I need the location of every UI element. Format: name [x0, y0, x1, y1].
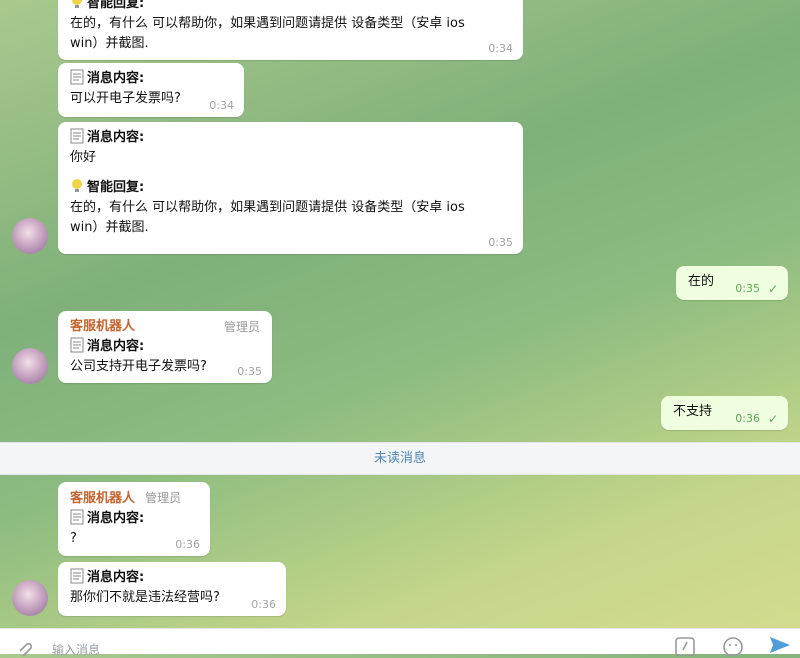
memo-icon [70, 128, 84, 144]
check-icon: ✓ [767, 412, 778, 426]
message-bubble[interactable]: 消息内容: 你好 智能回复: 在的，有什么 可以帮助你，如果遇到问题请提供 设备… [58, 122, 523, 254]
sender-line: 客服机器人 管理员 [70, 488, 200, 509]
memo-icon [70, 69, 84, 85]
unread-divider: 未读消息 [0, 442, 800, 475]
message-bubble[interactable]: 消息内容: 那你们不就是违法经营吗? 0:36 [58, 562, 286, 616]
avatar[interactable] [12, 348, 48, 384]
content-text: 公司支持开电子发票吗? [70, 359, 207, 374]
reply-text: win）并截图. [70, 36, 149, 51]
message-time: 0:35 [488, 236, 513, 249]
sender-name[interactable]: 客服机器人 [70, 491, 135, 506]
content-label-line: 消息内容: [70, 69, 234, 89]
memo-icon [70, 509, 84, 525]
message-bubble-outgoing[interactable]: 在的 0:35 ✓ [676, 266, 788, 300]
message-time: 0:35 [735, 282, 760, 295]
message-bubble[interactable]: 客服机器人 管理员 消息内容: ? 0:36 [58, 482, 210, 556]
avatar[interactable] [12, 580, 48, 616]
sender-role: 管理员 [145, 491, 182, 505]
message-bubble-outgoing[interactable]: 不支持 0:36 ✓ [661, 396, 788, 430]
sender-name[interactable]: 客服机器人 [70, 319, 135, 334]
reply-label-line: 智能回复: [70, 0, 513, 14]
avatar[interactable] [12, 218, 48, 254]
message-input[interactable]: 输入消息 [52, 641, 100, 658]
message-bubble[interactable]: 消息内容: 可以开电子发票吗? 0:34 [58, 63, 244, 117]
message-time: 0:36 [735, 412, 760, 425]
sender-line: 客服机器人 管理员 [70, 317, 262, 337]
message-time: 0:36 [251, 598, 276, 611]
reply-label-line: 智能回复: [70, 178, 513, 198]
content-text: 那你们不就是违法经营吗? [70, 590, 220, 605]
composer: 输入消息 [0, 628, 800, 657]
message-text: 不支持 [673, 404, 713, 419]
content-label-line: 消息内容: [70, 337, 262, 357]
message-bubble[interactable]: 客服机器人 管理员 消息内容: 公司支持开电子发票吗? 0:35 [58, 311, 272, 383]
send-icon[interactable] [768, 635, 792, 655]
lightbulb-icon [72, 179, 82, 192]
memo-icon [70, 337, 84, 353]
memo-icon [70, 568, 84, 584]
message-time: 0:34 [488, 42, 513, 55]
message-time: 0:34 [209, 99, 234, 112]
lightbulb-icon [72, 0, 82, 8]
reply-text: 在的，有什么 可以帮助你，如果遇到问题请提供 设备类型（安卓 ios [70, 200, 465, 215]
content-label-line: 消息内容: [70, 568, 276, 588]
bot-commands-icon[interactable] [674, 636, 696, 656]
content-label-line: 消息内容: [70, 509, 200, 529]
message-time: 0:35 [237, 365, 262, 378]
reply-text: 在的，有什么 可以帮助你，如果遇到问题请提供 设备类型（安卓 ios [70, 16, 465, 31]
message-list[interactable]: 智能回复: 在的，有什么 可以帮助你，如果遇到问题请提供 设备类型（安卓 ios… [0, 0, 800, 628]
message-text: 在的 [688, 274, 715, 289]
message-time: 0:36 [175, 538, 200, 551]
reply-text: win）并截图. [70, 220, 149, 235]
content-label-line: 消息内容: [70, 128, 513, 148]
emoji-icon[interactable] [722, 636, 744, 656]
check-icon: ✓ [767, 282, 778, 296]
attach-icon[interactable] [14, 637, 34, 657]
content-text: 你好 [70, 150, 97, 165]
message-bubble[interactable]: 智能回复: 在的，有什么 可以帮助你，如果遇到问题请提供 设备类型（安卓 ios… [58, 0, 523, 60]
sender-role: 管理员 [223, 320, 260, 334]
